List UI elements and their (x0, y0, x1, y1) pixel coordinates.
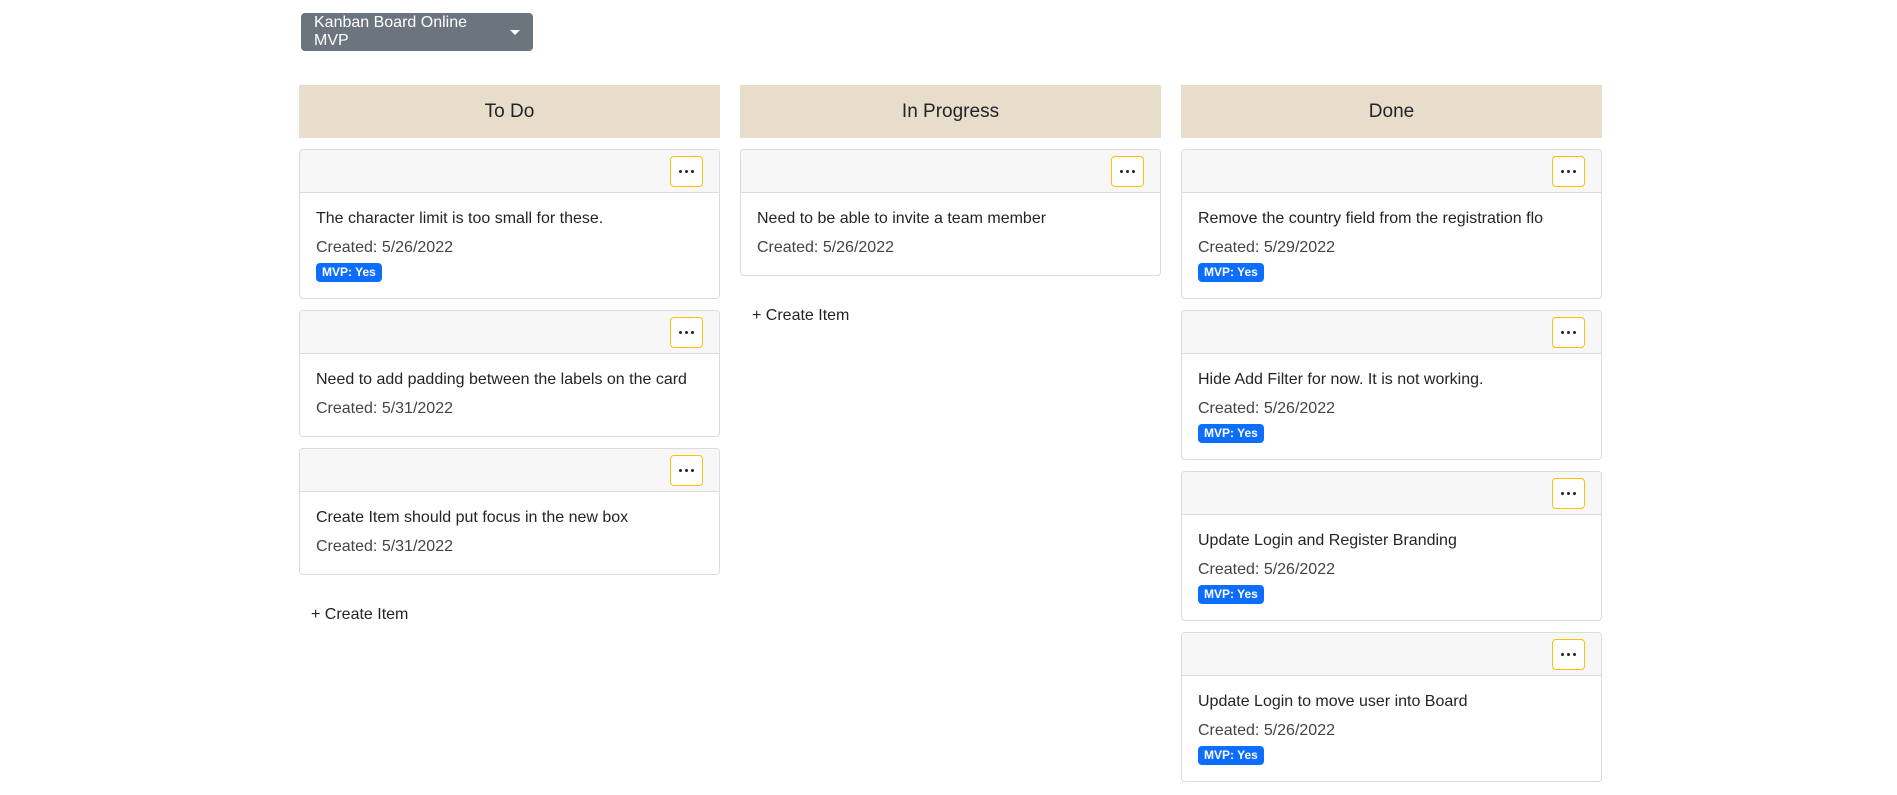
card-header (1182, 311, 1601, 354)
card-menu-button[interactable] (1552, 155, 1585, 187)
card-created-date: Created: 5/31/2022 (316, 400, 453, 417)
card-title: Need to add padding between the labels o… (316, 371, 687, 388)
create-item-button[interactable]: + Create Item (299, 586, 420, 636)
ellipsis-icon (1561, 491, 1576, 495)
card-title: Update Login and Register Branding (1198, 532, 1457, 549)
column-in-progress: In Progress Need to be able to invite a … (740, 85, 1161, 337)
card-menu-button[interactable] (670, 155, 703, 187)
card-created-date: Created: 5/26/2022 (316, 239, 453, 256)
card-created-date: Created: 5/31/2022 (316, 538, 453, 555)
card-body: Update Login to move user into Board Cre… (1182, 676, 1601, 781)
card-created-date: Created: 5/26/2022 (1198, 561, 1335, 578)
card-created-date: Created: 5/26/2022 (757, 239, 894, 256)
card-title: Update Login to move user into Board (1198, 693, 1468, 710)
card-body: Hide Add Filter for now. It is not worki… (1182, 354, 1601, 459)
card-title: Create Item should put focus in the new … (316, 509, 629, 526)
mvp-badge: MVP: Yes (1198, 424, 1264, 443)
mvp-badge: MVP: Yes (1198, 585, 1264, 604)
create-item-button[interactable]: + Create Item (740, 287, 861, 337)
card[interactable]: Need to be able to invite a team member … (740, 149, 1161, 276)
mvp-badge: MVP: Yes (316, 263, 382, 282)
card-menu-button[interactable] (1111, 155, 1144, 187)
card-title: Hide Add Filter for now. It is not worki… (1198, 371, 1484, 388)
card-body: Need to be able to invite a team member … (741, 193, 1160, 275)
card-title: The character limit is too small for the… (316, 210, 604, 227)
column-todo: To Do The character limit is too small f… (299, 85, 720, 636)
mvp-badge: MVP: Yes (1198, 746, 1264, 765)
mvp-badge: MVP: Yes (1198, 263, 1264, 282)
card-created-date: Created: 5/26/2022 (1198, 400, 1335, 417)
caret-down-icon (510, 29, 520, 35)
board-selector-label: Kanban Board Online MVP (314, 14, 467, 49)
card-menu-button[interactable] (1552, 477, 1585, 509)
card-body: Remove the country field from the regist… (1182, 193, 1601, 298)
card-header (300, 311, 719, 354)
card-header (300, 449, 719, 492)
card-body: Create Item should put focus in the new … (300, 492, 719, 574)
board-selector-dropdown[interactable]: Kanban Board Online MVP (301, 13, 533, 51)
card-menu-button[interactable] (1552, 316, 1585, 348)
card[interactable]: Hide Add Filter for now. It is not worki… (1181, 310, 1602, 460)
card-title: Need to be able to invite a team member (757, 210, 1047, 227)
ellipsis-icon (1561, 169, 1576, 173)
card[interactable]: Need to add padding between the labels o… (299, 310, 720, 437)
card[interactable]: Update Login and Register Branding Creat… (1181, 471, 1602, 621)
card-header (1182, 150, 1601, 193)
card-header (300, 150, 719, 193)
ellipsis-icon (1120, 169, 1135, 173)
card[interactable]: Remove the country field from the regist… (1181, 149, 1602, 299)
card-menu-button[interactable] (670, 316, 703, 348)
ellipsis-icon (679, 468, 694, 472)
card[interactable]: Create Item should put focus in the new … (299, 448, 720, 575)
card-body: Update Login and Register Branding Creat… (1182, 515, 1601, 620)
column-header: Done (1181, 85, 1602, 138)
column-done: Done Remove the country field from the r… (1181, 85, 1602, 793)
column-header: To Do (299, 85, 720, 138)
card-body: Need to add padding between the labels o… (300, 354, 719, 436)
ellipsis-icon (679, 330, 694, 334)
ellipsis-icon (679, 169, 694, 173)
card-created-date: Created: 5/26/2022 (1198, 722, 1335, 739)
card-created-date: Created: 5/29/2022 (1198, 239, 1335, 256)
card[interactable]: The character limit is too small for the… (299, 149, 720, 299)
card-header (1182, 633, 1601, 676)
card-header (741, 150, 1160, 193)
ellipsis-icon (1561, 330, 1576, 334)
card-header (1182, 472, 1601, 515)
card[interactable]: Update Login to move user into Board Cre… (1181, 632, 1602, 782)
card-title: Remove the country field from the regist… (1198, 210, 1544, 227)
card-menu-button[interactable] (670, 454, 703, 486)
card-menu-button[interactable] (1552, 638, 1585, 670)
ellipsis-icon (1561, 652, 1576, 656)
column-header: In Progress (740, 85, 1161, 138)
card-body: The character limit is too small for the… (300, 193, 719, 298)
